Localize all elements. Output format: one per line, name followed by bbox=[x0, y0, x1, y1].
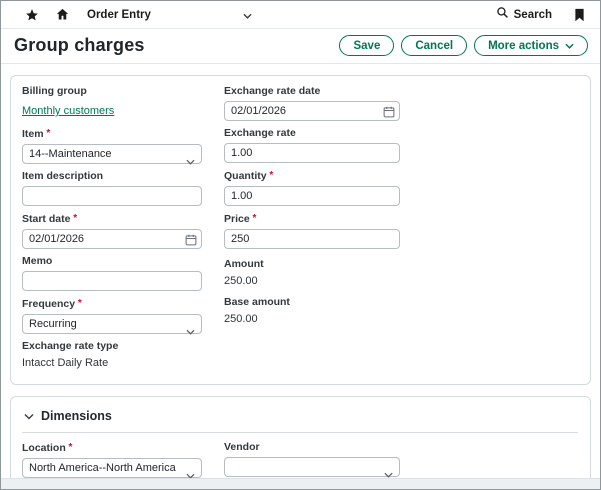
exchange-rate-type-label: Exchange rate type bbox=[22, 340, 202, 353]
vendor-select[interactable] bbox=[224, 457, 400, 477]
location-label: Location bbox=[22, 441, 202, 455]
star-icon[interactable] bbox=[21, 4, 43, 26]
exchange-rate-date-field: Exchange rate date bbox=[224, 85, 400, 121]
amount-label: Amount bbox=[224, 258, 400, 271]
item-select-value: 14--Maintenance bbox=[29, 148, 112, 160]
frequency-select-value: Recurring bbox=[29, 318, 77, 330]
dimensions-card: Dimensions Location North America--North… bbox=[10, 396, 591, 490]
billing-group-link[interactable]: Monthly customers bbox=[22, 105, 114, 117]
quantity-field: Quantity bbox=[224, 169, 400, 206]
cancel-button[interactable]: Cancel bbox=[401, 35, 467, 56]
memo-input[interactable] bbox=[22, 271, 202, 291]
search-icon bbox=[496, 6, 509, 24]
exchange-rate-type-field: Exchange rate type Intacct Daily Rate bbox=[22, 340, 202, 370]
exchange-rate-date-input[interactable] bbox=[224, 101, 400, 121]
search-label: Search bbox=[514, 9, 552, 21]
exchange-rate-type-value: Intacct Daily Rate bbox=[22, 356, 202, 370]
item-label: Item bbox=[22, 127, 202, 141]
module-selector[interactable]: Order Entry bbox=[87, 6, 252, 24]
top-bar: Order Entry Search bbox=[1, 1, 600, 29]
location-select[interactable]: North America--North America bbox=[22, 458, 202, 478]
horizontal-scrollbar-track[interactable] bbox=[1, 478, 600, 489]
billing-group-label: Billing group bbox=[22, 85, 202, 98]
calendar-icon[interactable] bbox=[383, 105, 395, 123]
start-date-input[interactable] bbox=[22, 229, 202, 249]
item-description-label: Item description bbox=[22, 170, 202, 183]
dimensions-section-toggle[interactable]: Dimensions bbox=[22, 405, 578, 433]
exchange-rate-field: Exchange rate bbox=[224, 127, 400, 163]
search-button[interactable]: Search bbox=[496, 6, 552, 24]
price-label: Price bbox=[224, 212, 400, 226]
bookmark-icon[interactable] bbox=[568, 4, 590, 26]
vendor-field: Vendor bbox=[224, 441, 400, 478]
page-title: Group charges bbox=[14, 35, 145, 56]
start-date-field: Start date bbox=[22, 212, 202, 249]
item-select[interactable]: 14--Maintenance bbox=[22, 144, 202, 164]
vendor-label: Vendor bbox=[224, 441, 400, 454]
quantity-label: Quantity bbox=[224, 169, 400, 183]
more-actions-label: More actions bbox=[488, 40, 559, 52]
chevron-down-icon bbox=[186, 152, 195, 170]
location-field: Location North America--North America bbox=[22, 441, 202, 478]
quantity-input[interactable] bbox=[224, 186, 400, 206]
amount-value: 250.00 bbox=[224, 274, 400, 288]
dimensions-title: Dimensions bbox=[41, 409, 112, 423]
base-amount-label: Base amount bbox=[224, 296, 400, 309]
exchange-rate-input[interactable] bbox=[224, 143, 400, 163]
item-description-field: Item description bbox=[22, 170, 202, 206]
amount-field: Amount 250.00 bbox=[224, 258, 400, 288]
start-date-label: Start date bbox=[22, 212, 202, 226]
frequency-field: Frequency Recurring bbox=[22, 297, 202, 334]
calendar-icon[interactable] bbox=[185, 233, 197, 251]
base-amount-value: 250.00 bbox=[224, 312, 400, 326]
price-field: Price bbox=[224, 212, 400, 249]
save-button[interactable]: Save bbox=[339, 35, 394, 56]
chevron-down-icon bbox=[24, 407, 34, 425]
exchange-rate-date-label: Exchange rate date bbox=[224, 85, 400, 98]
chevron-down-icon bbox=[243, 6, 252, 24]
app-window: Order Entry Search Group charges Save Ca… bbox=[0, 0, 601, 490]
memo-label: Memo bbox=[22, 255, 202, 268]
exchange-rate-label: Exchange rate bbox=[224, 127, 400, 140]
base-amount-field: Base amount 250.00 bbox=[224, 296, 400, 326]
home-icon[interactable] bbox=[51, 4, 73, 26]
frequency-label: Frequency bbox=[22, 297, 202, 311]
billing-group-field: Billing group Monthly customers bbox=[22, 85, 202, 119]
more-actions-button[interactable]: More actions bbox=[474, 35, 588, 56]
item-description-input[interactable] bbox=[22, 186, 202, 206]
memo-field: Memo bbox=[22, 255, 202, 291]
price-input[interactable] bbox=[224, 229, 400, 249]
chevron-down-icon bbox=[186, 322, 195, 340]
chevron-down-icon bbox=[565, 40, 574, 52]
module-label: Order Entry bbox=[87, 9, 151, 21]
item-field: Item 14--Maintenance bbox=[22, 127, 202, 164]
location-select-value: North America--North America bbox=[29, 462, 176, 474]
frequency-select[interactable]: Recurring bbox=[22, 314, 202, 334]
charge-details-card: Billing group Monthly customers Item 14-… bbox=[10, 75, 591, 385]
page-header: Group charges Save Cancel More actions bbox=[1, 29, 600, 64]
